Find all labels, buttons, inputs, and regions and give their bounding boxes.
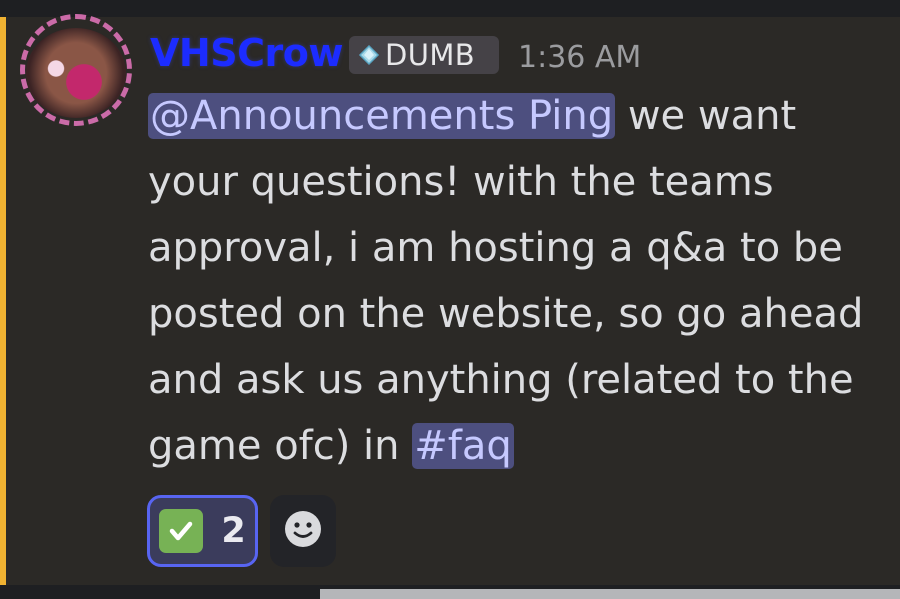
add-reaction-button[interactable] (270, 495, 336, 567)
channel-mention[interactable]: #faq (412, 423, 514, 469)
check-mark-icon (159, 509, 204, 553)
avatar-decoration (20, 14, 132, 126)
mention-highlight-bar (0, 17, 6, 585)
reaction-check[interactable]: 2 (147, 495, 258, 567)
message-content: @Announcements Ping we want your questio… (148, 83, 868, 479)
role-label: DUMB (385, 38, 476, 72)
diamond-icon (357, 43, 381, 67)
message-text: we want your questions! with the teams a… (148, 93, 864, 469)
smiley-icon (283, 509, 323, 553)
timestamp[interactable]: 1:36 AM (518, 38, 641, 78)
username[interactable]: VHSCrow (150, 28, 343, 78)
top-strip (0, 0, 900, 17)
reaction-count: 2 (221, 511, 246, 551)
horizontal-scrollbar[interactable] (320, 589, 900, 599)
role-badge[interactable]: DUMB (349, 36, 499, 74)
role-mention[interactable]: @Announcements Ping (148, 93, 616, 139)
